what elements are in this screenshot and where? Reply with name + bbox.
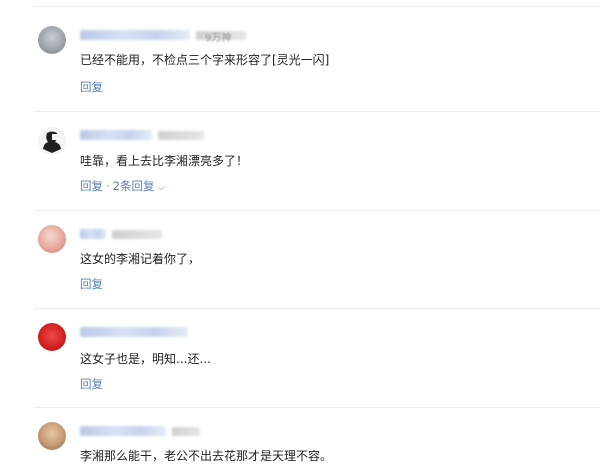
comment-text: 已经不能用，不检点三个字来形容了[灵光一闪] bbox=[80, 53, 330, 67]
divider-top bbox=[34, 6, 600, 7]
comment-actions: 回复 bbox=[80, 377, 103, 391]
reply-button[interactable]: 回复 bbox=[80, 377, 103, 391]
avatar[interactable] bbox=[38, 26, 66, 54]
meta-blurred bbox=[172, 427, 200, 436]
comment-text: 李湘那么能干，老公不出去花那才是天理不容。 bbox=[80, 449, 333, 463]
divider bbox=[34, 308, 600, 309]
avatar[interactable] bbox=[38, 323, 66, 351]
comment-text: 这女的李湘记着你了， bbox=[80, 252, 201, 266]
username-blurred[interactable] bbox=[80, 30, 190, 40]
avatar[interactable] bbox=[38, 422, 66, 450]
meta-blurred bbox=[158, 131, 204, 140]
comment-actions: 回复 bbox=[80, 277, 103, 291]
divider bbox=[34, 407, 600, 408]
username-blurred[interactable] bbox=[80, 229, 106, 239]
separator-dot: · bbox=[106, 179, 110, 193]
view-replies-button[interactable]: 2条回复 ⌵ bbox=[113, 179, 165, 193]
username-blurred[interactable] bbox=[80, 327, 188, 337]
comment-text: 哇靠，看上去比李湘漂亮多了！ bbox=[80, 154, 249, 168]
replies-count: 2条回复 bbox=[112, 179, 155, 193]
reply-button[interactable]: 回复 bbox=[80, 277, 103, 291]
comment-actions: 回复 · 2条回复 ⌵ bbox=[80, 179, 165, 195]
reply-button[interactable]: 回复 bbox=[80, 179, 103, 193]
comment-actions: 回复 bbox=[80, 80, 103, 94]
divider bbox=[34, 111, 600, 112]
reply-button[interactable]: 回复 bbox=[80, 80, 103, 94]
username-blurred[interactable] bbox=[80, 130, 152, 140]
avatar[interactable] bbox=[38, 127, 66, 155]
divider bbox=[34, 210, 600, 211]
chevron-down-icon: ⌵ bbox=[158, 183, 165, 193]
username-blurred[interactable] bbox=[80, 426, 166, 436]
comment-text: 这女子也是，明知...还... bbox=[80, 352, 211, 366]
avatar-silhouette-icon bbox=[43, 131, 61, 153]
meta-visible: 9万神 bbox=[205, 33, 232, 44]
meta-blurred bbox=[112, 230, 162, 239]
avatar[interactable] bbox=[38, 225, 66, 253]
